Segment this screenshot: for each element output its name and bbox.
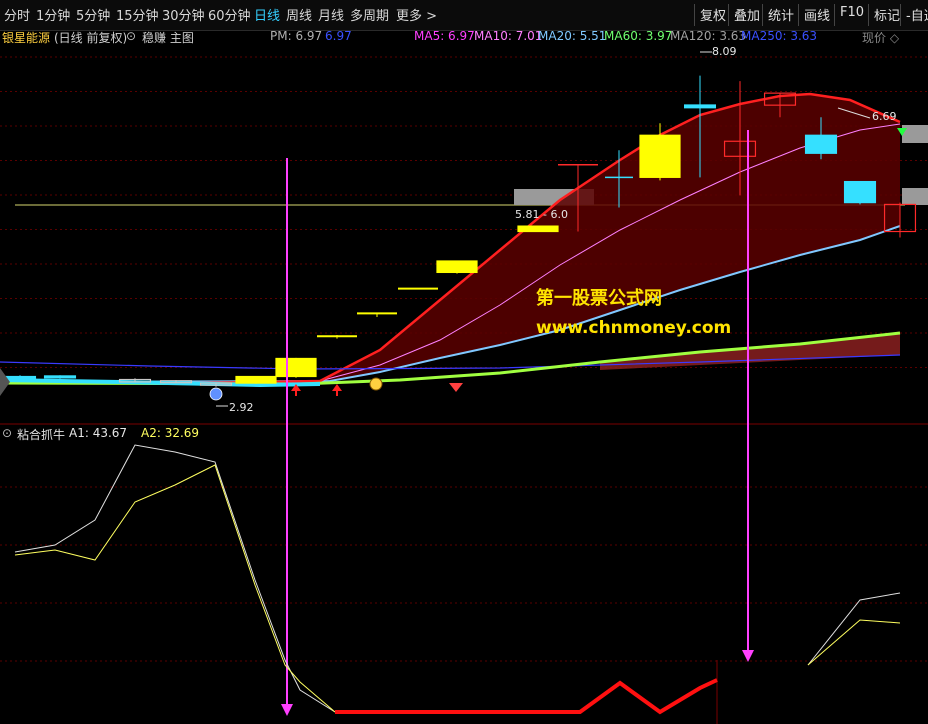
candle-body (275, 357, 317, 378)
watermark-title: 第一股票公式网 (536, 288, 662, 309)
indicator-name[interactable]: 粘合抓牛 (17, 426, 65, 443)
indicator-a1: A1: 43.67 (69, 426, 128, 440)
candle-body (43, 375, 77, 379)
candle-body (436, 260, 478, 274)
indicator-a2-line (807, 619, 901, 666)
kline-chart (0, 51, 928, 724)
zone-label: 5.81 - 6.0 (515, 208, 568, 221)
sell-signal-arrowhead (742, 650, 754, 662)
diamond-icon (449, 383, 463, 392)
buy-signal-arrowhead (281, 704, 293, 716)
right-price-annotation: 6.69 (872, 110, 897, 123)
sad-face-icon (209, 387, 223, 401)
candle-body (517, 225, 559, 233)
indicator-header: ⊙ 粘合抓牛 A1: 43.67 A2: 32.69 (0, 426, 600, 444)
zone-bar-right (902, 188, 928, 205)
up-arrow-icon (332, 384, 342, 391)
money-bag-icon (369, 377, 383, 391)
high-price-annotation: 8.09 (712, 45, 737, 58)
candle-body (3, 375, 37, 380)
candle-body (639, 134, 681, 178)
indicator-a1-line (807, 592, 901, 666)
indicator-signal-band (335, 678, 718, 715)
indicator-dropdown-icon[interactable]: ⊙ (2, 426, 12, 440)
zone-bar-right (902, 125, 928, 143)
indicator-a2: A2: 32.69 (141, 426, 200, 440)
low-price-annotation: 2.92 (229, 401, 254, 414)
candle-body (843, 180, 877, 204)
candle-body (804, 134, 838, 154)
watermark-url: www.chnmoney.com (536, 318, 732, 338)
left-edge-marker (0, 368, 10, 396)
candle-body (235, 375, 277, 384)
